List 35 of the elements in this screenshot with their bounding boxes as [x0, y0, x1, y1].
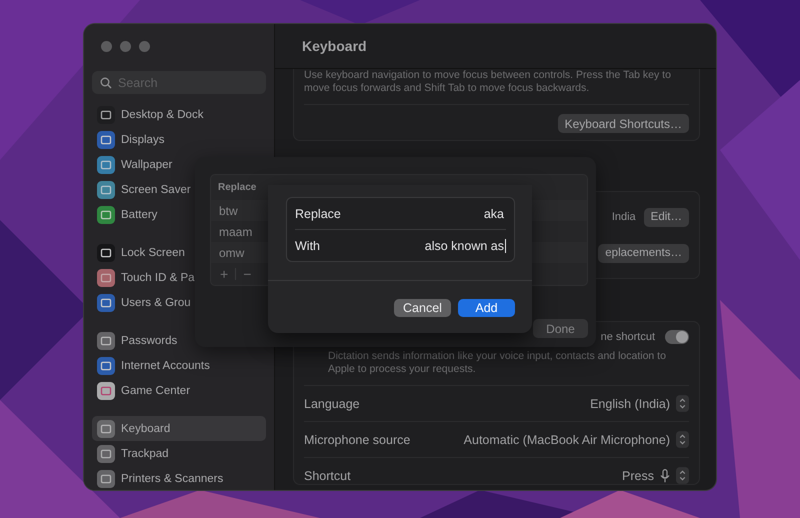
text-field[interactable]: aka: [484, 206, 506, 220]
sidebar-item[interactable]: Trackpad: [92, 441, 266, 466]
field-label: Replace: [295, 206, 341, 220]
setting-label: Shortcut: [304, 468, 351, 482]
cancel-button[interactable]: Cancel: [394, 299, 451, 317]
input-source-value: India: [612, 211, 636, 223]
setting-label: Language: [304, 396, 360, 410]
setting-label: Microphone source: [304, 432, 410, 446]
sidebar-item[interactable]: Printers & Scanners: [92, 466, 266, 490]
setting-value: Automatic (MacBook Air Microphone): [464, 432, 670, 446]
edit-button[interactable]: Edit…: [644, 208, 689, 226]
setting-value: Press: [622, 468, 654, 482]
dictation-toggle[interactable]: [665, 330, 689, 344]
sidebar-item[interactable]: Keyboard: [92, 416, 266, 441]
done-button[interactable]: Done: [533, 319, 588, 338]
dictation-description: Dictation sends information like your voice input, contacts and location to Apple to process your requests.: [327, 350, 667, 376]
add-button[interactable]: Add: [458, 299, 515, 317]
column-header: Replace: [218, 182, 256, 193]
text-field[interactable]: also known as: [424, 238, 506, 252]
setting-value: English (India): [590, 396, 670, 410]
sidebar-item[interactable]: Game Center: [92, 378, 266, 403]
search-icon: [100, 77, 112, 89]
stepper-icon[interactable]: [676, 467, 689, 484]
stepper-icon[interactable]: [676, 431, 689, 448]
sidebar-item[interactable]: Desktop & Dock: [92, 102, 266, 127]
microphone-icon: [660, 468, 670, 482]
keyboard-shortcuts-button[interactable]: Keyboard Shortcuts…: [558, 114, 689, 133]
sidebar-item[interactable]: Displays: [92, 127, 266, 152]
navigation-description: Use keyboard navigation to move focus between controls. Press the Tab key to move focus forwards and Shift Tab to move focus backwards.: [304, 69, 672, 95]
page-title: Keyboard: [302, 38, 367, 54]
stepper-icon[interactable]: [676, 395, 689, 412]
dictation-label: ne shortcut: [600, 331, 655, 343]
text-replacements-button[interactable]: eplacements…: [598, 244, 689, 262]
sidebar-item[interactable]: Internet Accounts: [92, 353, 266, 378]
field-label: With: [295, 238, 320, 252]
